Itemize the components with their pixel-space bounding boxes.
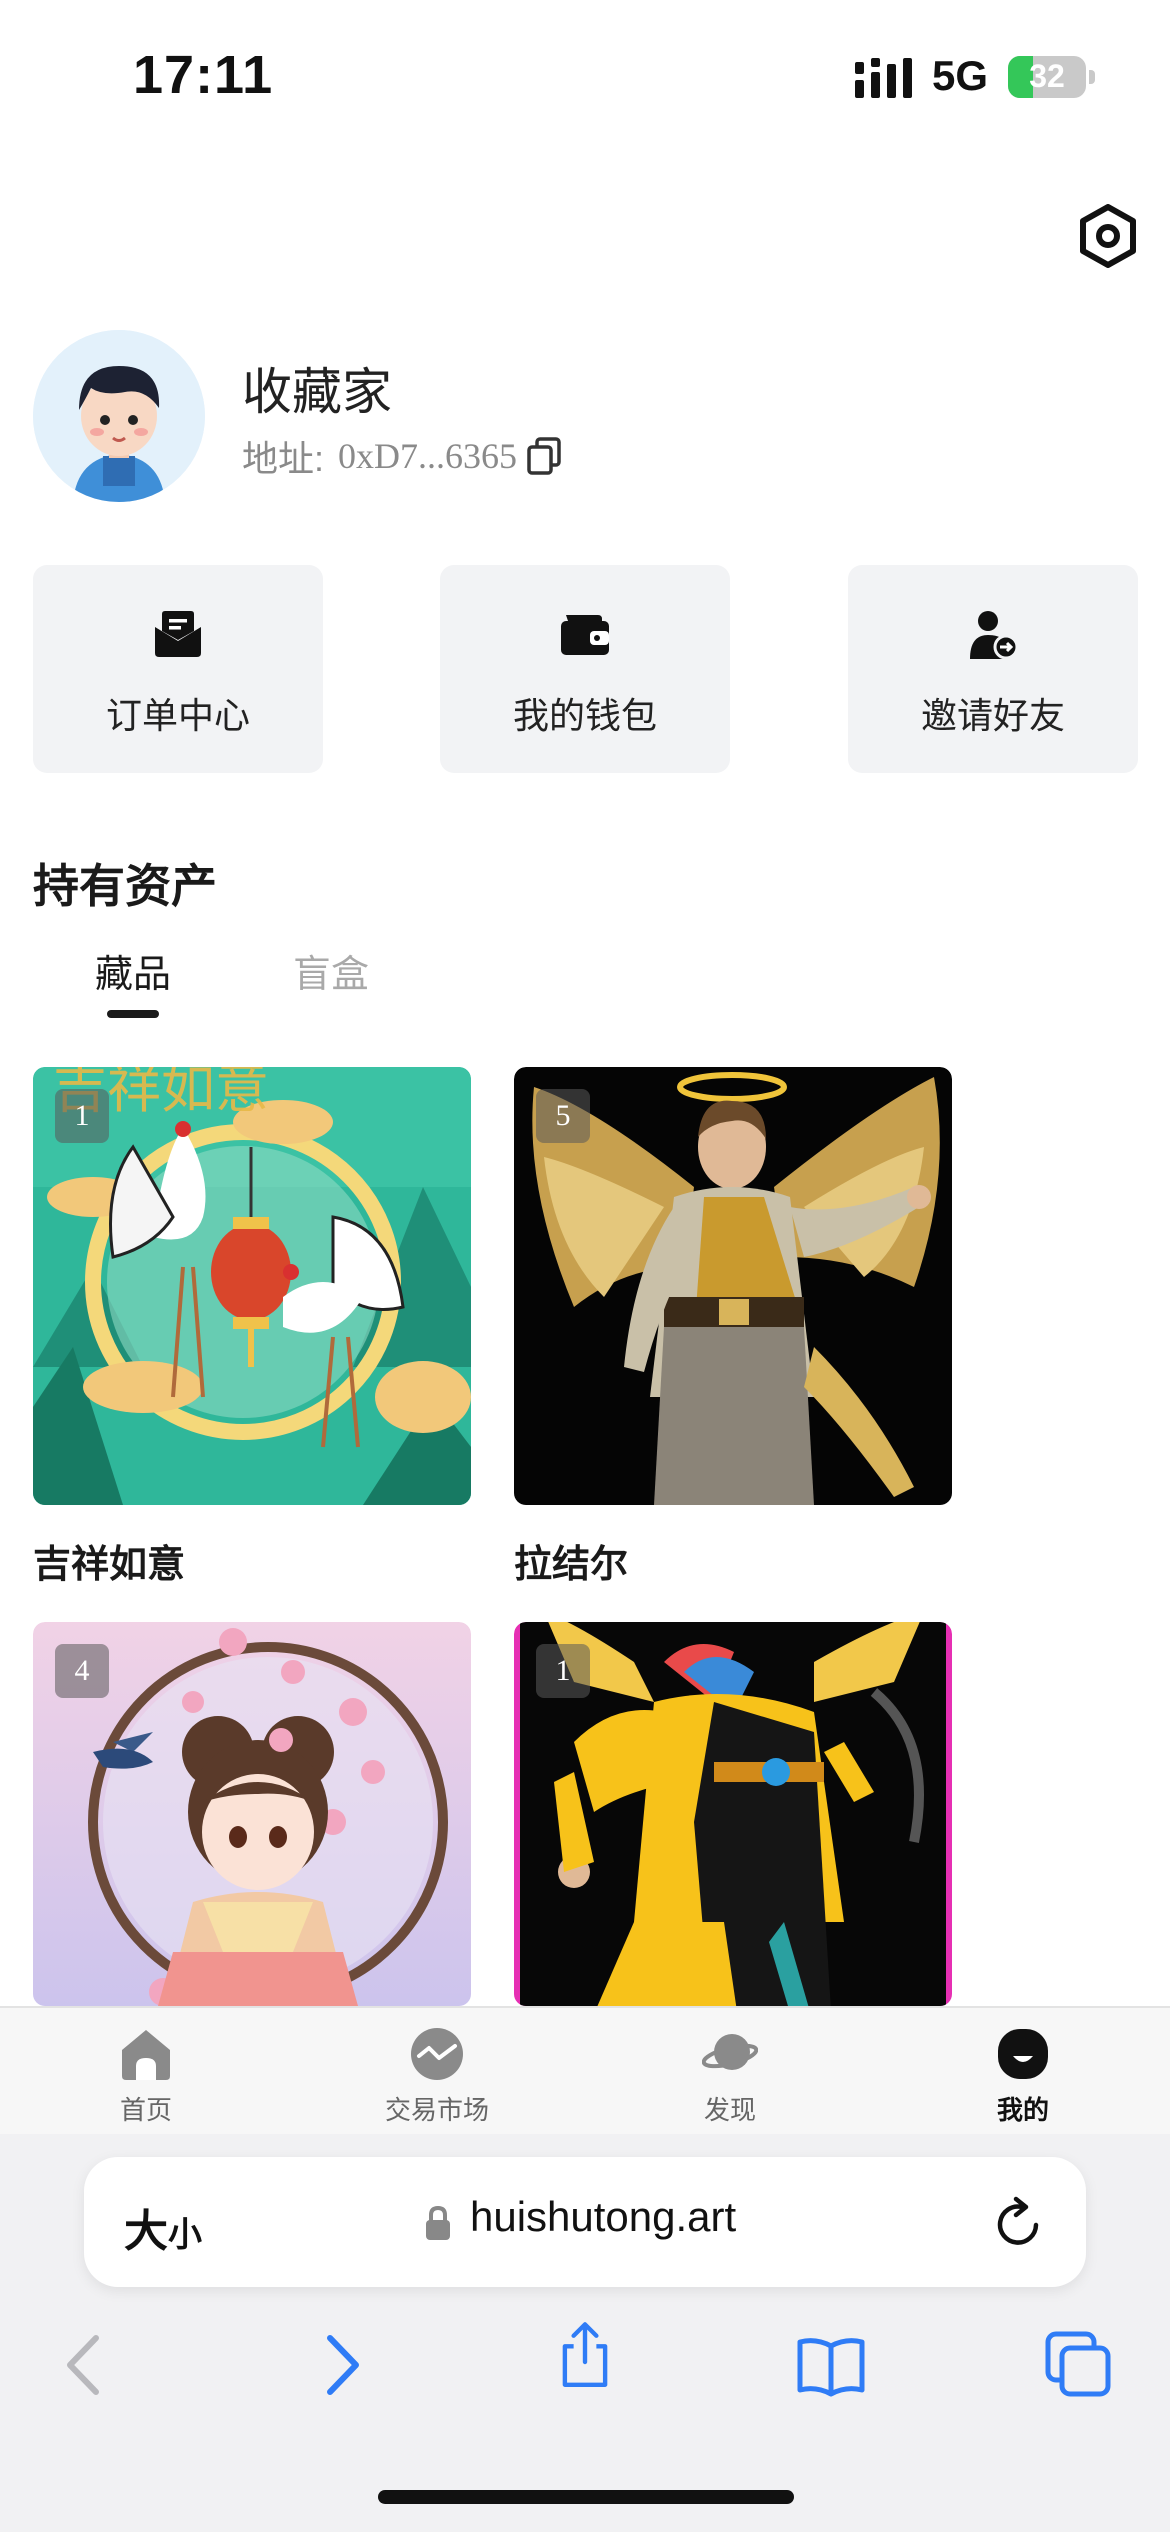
my-wallet-label: 我的钱包 — [512, 695, 657, 736]
bottom-tab-bar: 首页 交易市场 发现 我的 — [0, 2006, 1170, 2134]
text-size-small: 小 — [168, 2216, 202, 2254]
tab-blind-boxes[interactable]: 盲盒 — [293, 943, 369, 998]
text-size-button[interactable]: 大小 — [124, 2195, 202, 2259]
network-type: 5G — [932, 52, 989, 99]
signal-icon — [855, 58, 912, 98]
active-tab-indicator — [107, 1010, 159, 1018]
collectible-card[interactable]: 吉祥如意 1 吉祥如意 — [33, 1067, 471, 1587]
collectible-card[interactable]: 4 — [33, 1622, 471, 2006]
market-icon — [411, 2028, 463, 2080]
tab-mine-label: 我的 — [996, 2095, 1049, 2125]
share-icon[interactable] — [550, 2320, 620, 2390]
owned-count-badge: 1 — [536, 1644, 590, 1698]
assets-section-title: 持有资产 — [33, 860, 217, 912]
planet-icon — [702, 2034, 758, 2070]
address-label: 地址: — [242, 438, 325, 479]
invite-user-icon — [970, 611, 1019, 660]
collectible-title: 吉祥如意 — [33, 1544, 186, 1586]
order-center-button[interactable]: 订单中心 — [33, 565, 323, 773]
invite-friends-label: 邀请好友 — [920, 695, 1065, 736]
home-icon — [122, 2030, 170, 2080]
tab-market-label: 交易市场 — [384, 2095, 489, 2125]
text-size-large: 大 — [124, 2207, 168, 2256]
tabs-icon[interactable] — [1044, 2330, 1114, 2400]
collectible-card[interactable]: 1 — [514, 1622, 952, 2006]
tab-discover-label: 发现 — [703, 2095, 756, 2125]
back-icon[interactable] — [52, 2330, 122, 2400]
battery-icon: 32 — [1008, 56, 1086, 98]
owned-count-badge: 4 — [55, 1644, 109, 1698]
avatar[interactable] — [33, 330, 205, 502]
collectible-title: 拉结尔 — [514, 1544, 629, 1586]
reload-icon[interactable] — [992, 2195, 1046, 2251]
lock-icon — [426, 2205, 450, 2240]
tab-home-label: 首页 — [119, 2095, 172, 2125]
address-bar[interactable]: 大小 huishutong.art — [84, 2157, 1086, 2287]
status-bar: 17:11 5G 32 — [0, 0, 1170, 150]
status-time: 17:11 — [133, 45, 274, 105]
tab-home[interactable]: 首页 — [46, 2018, 246, 2128]
tab-market[interactable]: 交易市场 — [337, 2018, 537, 2128]
collectible-card[interactable]: 5 拉结尔 — [514, 1067, 952, 1587]
settings-icon[interactable] — [1078, 204, 1138, 268]
order-center-label: 订单中心 — [105, 695, 250, 736]
avatar-image — [33, 330, 205, 502]
battery-tip — [1089, 70, 1095, 84]
copy-icon[interactable] — [527, 437, 561, 475]
profile-icon — [998, 2029, 1048, 2079]
tab-discover[interactable]: 发现 — [630, 2018, 830, 2128]
wallet-address: 0xD7...6365 — [338, 436, 518, 476]
bookmarks-icon[interactable] — [796, 2330, 866, 2400]
wallet-address-row: 地址: 0xD7...6365 — [242, 430, 561, 482]
url-text: huishutong.art — [470, 2193, 737, 2240]
my-wallet-button[interactable]: 我的钱包 — [440, 565, 730, 773]
owned-count-badge: 1 — [55, 1089, 109, 1143]
tab-collectibles[interactable]: 藏品 — [95, 943, 171, 998]
owned-count-badge: 5 — [536, 1089, 590, 1143]
home-indicator — [378, 2490, 794, 2504]
mail-icon — [155, 611, 201, 657]
forward-icon[interactable] — [304, 2330, 374, 2400]
tab-mine[interactable]: 我的 — [923, 2018, 1123, 2128]
username: 收藏家 — [242, 364, 392, 420]
invite-friends-button[interactable]: 邀请好友 — [848, 565, 1138, 773]
wallet-icon — [561, 615, 609, 655]
battery-level: 32 — [1029, 58, 1065, 94]
